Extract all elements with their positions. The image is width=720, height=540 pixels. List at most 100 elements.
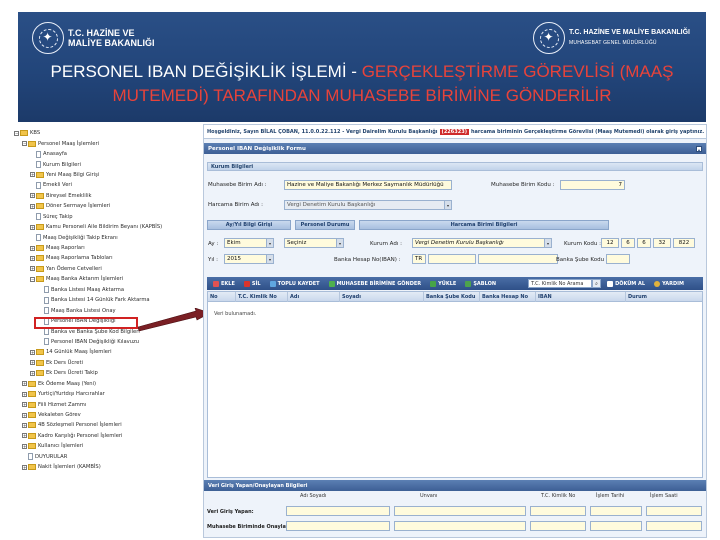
tree-item[interactable]: + Ek Ders Ücreti xyxy=(14,358,196,368)
harcama-birim-select[interactable]: Vergi Denetim Kurulu Başkanlığı ▾ xyxy=(284,200,452,210)
tab-personel-durumu[interactable]: Personel Durumu xyxy=(295,220,355,230)
kurum-kodu-field-3[interactable]: 6 xyxy=(637,238,651,248)
expand-icon[interactable]: + xyxy=(30,224,35,230)
expand-icon[interactable]: + xyxy=(30,172,35,178)
chevron-down-icon[interactable]: ▾ xyxy=(336,239,343,247)
ay-select[interactable]: Ekim ▾ xyxy=(224,238,274,248)
tree-item[interactable]: + Maaş Raporlama Tabloları xyxy=(14,253,196,263)
tree-item[interactable]: +4B Sözleşmeli Personel İşlemleri xyxy=(14,420,196,430)
col-hesap[interactable]: Banka Hesap No xyxy=(480,292,536,302)
expand-icon[interactable]: + xyxy=(22,443,27,449)
banka-sube-field[interactable] xyxy=(606,254,630,264)
tree-item[interactable]: Personel IBAN Değişikliği Kılavuzu xyxy=(14,337,196,347)
onay-tc-field[interactable] xyxy=(530,521,586,531)
chevron-down-icon[interactable]: ▾ xyxy=(544,239,551,247)
expand-icon[interactable]: + xyxy=(22,391,27,397)
tc-search-input[interactable]: T.C. Kimlik No Arama xyxy=(528,279,593,288)
veri-giris-name-field[interactable] xyxy=(286,506,390,516)
tree-item[interactable]: Kurum Bilgileri xyxy=(14,159,196,169)
veri-giris-tc-field[interactable] xyxy=(530,506,586,516)
tree-item[interactable]: + Kadro Karşılığı Personel İşlemleri xyxy=(14,431,196,441)
col-durum[interactable]: Durum xyxy=(626,292,704,302)
kurum-kodu-field-2[interactable]: 6 xyxy=(621,238,635,248)
expand-icon[interactable]: + xyxy=(30,266,35,272)
col-soyad[interactable]: Soyadı xyxy=(340,292,424,302)
expand-icon[interactable]: + xyxy=(30,203,35,209)
expand-icon[interactable]: + xyxy=(30,193,35,199)
collapse-icon[interactable]: − xyxy=(22,141,27,147)
chevron-down-icon[interactable]: ▾ xyxy=(266,255,273,263)
tree-item[interactable]: + Yan Ödeme Cetvelleri xyxy=(14,264,196,274)
expand-icon[interactable]: + xyxy=(30,349,35,355)
onay-date-field[interactable] xyxy=(590,521,642,531)
tree-item[interactable]: + Yurtiçi/Yurtdışı Harcırahlar xyxy=(14,389,196,399)
iban-field-2[interactable] xyxy=(478,254,558,264)
collapse-icon[interactable]: − xyxy=(30,276,35,282)
tree-item[interactable]: Banka Listesi Maaş Aktarma xyxy=(14,285,196,295)
muhasebe-kod-field[interactable]: 7 xyxy=(560,180,625,190)
tree-item[interactable]: + Döner Sermaye İşlemleri xyxy=(14,201,196,211)
search-icon[interactable]: ⌕ xyxy=(592,279,602,288)
tree-item[interactable]: + Bireysel Emeklilik xyxy=(14,191,196,201)
collapse-icon[interactable]: − xyxy=(14,130,19,136)
expand-icon[interactable]: + xyxy=(30,360,35,366)
template-button[interactable]: ŞABLON xyxy=(462,279,499,289)
tree-item[interactable]: + Maaş Raporları xyxy=(14,243,196,253)
send-to-accounting-button[interactable]: MUHASEBE BİRİMİNE GÖNDER xyxy=(326,279,425,289)
expand-icon[interactable]: + xyxy=(22,464,27,470)
collapse-icon[interactable]: ▴ xyxy=(696,145,702,152)
add-button[interactable]: EKLE xyxy=(210,279,238,289)
tree-item[interactable]: Banka Listesi 14 Günlük Fark Aktarma xyxy=(14,295,196,305)
onay-time-field[interactable] xyxy=(646,521,702,531)
bulk-save-button[interactable]: TOPLU KAYDET xyxy=(267,279,323,289)
tree-item[interactable]: Anasayfa xyxy=(14,149,196,159)
tree-item[interactable]: + Ek Ders Ücreti Takip xyxy=(14,368,196,378)
tree-item[interactable]: Emekli Veri xyxy=(14,180,196,190)
expand-icon[interactable]: + xyxy=(30,370,35,376)
tree-item[interactable]: + Fiili Hizmet Zammı xyxy=(14,399,196,409)
veri-giris-title-field[interactable] xyxy=(394,506,526,516)
expand-icon[interactable]: + xyxy=(30,255,35,261)
tab-harcama-birimi[interactable]: Harcama Birimi Bilgileri xyxy=(359,220,609,230)
tree-item[interactable]: + Yeni Maaş Bilgi Girişi xyxy=(14,170,196,180)
chevron-down-icon[interactable]: ▾ xyxy=(444,201,451,209)
col-ad[interactable]: Adı xyxy=(288,292,340,302)
tree-item[interactable]: +14 Günlük Maaş İşlemleri xyxy=(14,347,196,357)
onay-title-field[interactable] xyxy=(394,521,526,531)
veri-giris-date-field[interactable] xyxy=(590,506,642,516)
help-button[interactable]: YARDIM xyxy=(651,279,687,289)
tree-item[interactable]: DUYURULAR xyxy=(14,452,196,462)
yil-select[interactable]: 2015 ▾ xyxy=(224,254,274,264)
personel-durum-select[interactable]: Seçiniz ▾ xyxy=(284,238,344,248)
tree-item[interactable]: + Kamu Personeli Aile Bildirim Beyanı (KA… xyxy=(14,222,196,232)
muhasebe-birim-field[interactable]: Hazine ve Maliye Bakanlığı Merkez Sayman… xyxy=(284,180,452,190)
kurum-kodu-field-1[interactable]: 12 xyxy=(601,238,619,248)
col-no[interactable]: No xyxy=(208,292,236,302)
tree-item[interactable]: + Vekaleten Görev xyxy=(14,410,196,420)
expand-icon[interactable]: + xyxy=(22,381,27,387)
col-iban[interactable]: IBAN xyxy=(536,292,626,302)
tree-item[interactable]: + Nakit İşlemleri (KAMBİS) xyxy=(14,462,196,472)
tree-item[interactable]: − Maaş Banka Aktarım İşlemleri xyxy=(14,274,196,284)
kurum-kodu-field-4[interactable]: 32 xyxy=(653,238,671,248)
tree-item[interactable]: Süreç Takip xyxy=(14,212,196,222)
expand-icon[interactable]: + xyxy=(22,422,27,428)
expand-icon[interactable]: + xyxy=(22,433,27,439)
tree-item[interactable]: Maaş Değişikliği Takip Ekranı xyxy=(14,232,196,242)
col-tc[interactable]: T.C. Kimlik No xyxy=(236,292,288,302)
upload-button[interactable]: YÜKLE xyxy=(427,279,459,289)
chevron-down-icon[interactable]: ▾ xyxy=(266,239,273,247)
delete-button[interactable]: SİL xyxy=(241,279,264,289)
kurum-adi-select[interactable]: Vergi Denetim Kurulu Başkanlığı ▾ xyxy=(412,238,552,248)
kurum-kodu-field-5[interactable]: 822 xyxy=(673,238,695,248)
veri-giris-time-field[interactable] xyxy=(646,506,702,516)
expand-icon[interactable]: + xyxy=(22,412,27,418)
onay-name-field[interactable] xyxy=(286,521,390,531)
tree-item[interactable]: + Ek Ödeme Maaş (Yeni) xyxy=(14,379,196,389)
expand-icon[interactable]: + xyxy=(30,245,35,251)
tree-item[interactable]: + Kullanıcı İşlemleri xyxy=(14,441,196,451)
tree-item[interactable]: − KBS xyxy=(14,128,196,138)
iban-field[interactable] xyxy=(428,254,476,264)
tab-ay-yil[interactable]: Ay/Yıl Bilgi Girişi xyxy=(207,220,291,230)
iban-prefix-field[interactable]: TR xyxy=(412,254,426,264)
